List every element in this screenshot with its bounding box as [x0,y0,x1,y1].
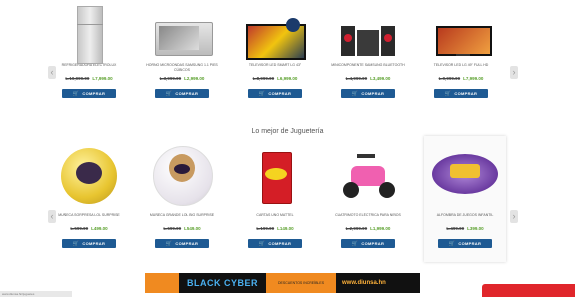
old-price: L.499.00 [446,226,465,231]
buy-button[interactable]: 🛒 COMPRAR [341,239,395,248]
lol-doll-icon[interactable] [141,140,223,210]
old-price: L.10,999.00 [65,76,90,81]
product-card[interactable]: MINICOMPONENTE SAMSUNG BLUETOOTH L.4,999… [327,0,409,100]
sale-price: L549.00 [184,226,201,231]
buy-label: COMPRAR [268,91,292,96]
product-name[interactable]: HORNO MICROONDAS SAMSUNG 1.1 PIES CÚBICO… [141,63,223,73]
carousel-next-arrow-icon[interactable]: › [510,66,518,79]
product-card[interactable]: MUÑECA GRANDE LOL BIG SURPRISE L.699.00 L… [141,140,223,250]
cart-icon: 🛒 [258,241,266,247]
product-name[interactable]: CUATRIMOTO ELÉCTRICA PARA NIÑOS [327,213,409,223]
lol-ball-icon[interactable] [48,140,130,210]
banner-middle-text: DESCUENTOS INCREÍBLES [266,273,337,293]
sale-price: L399.00 [467,226,484,231]
play-mat-icon[interactable] [424,140,506,210]
television-icon[interactable] [234,0,316,60]
product-card[interactable]: TELEVISOR LED LG 49" FULL HD L.9,999.00 L… [420,0,502,100]
buy-button[interactable]: 🛒 COMPRAR [341,89,395,98]
chat-widget-bar[interactable] [482,284,575,297]
sale-price: L7,999.00 [463,76,484,81]
product-name[interactable]: MUÑECA SORPRESA LOL SURPRISE [48,213,130,223]
cart-icon: 🛒 [165,91,173,97]
product-name[interactable]: TELEVISOR LED SMART LG 43" [234,63,316,73]
buy-label: COMPRAR [175,91,199,96]
old-price: L.2,999.00 [345,226,368,231]
cart-icon: 🛒 [444,91,452,97]
buy-label: COMPRAR [361,91,385,96]
buy-button[interactable]: 🛒 COMPRAR [248,89,302,98]
buy-button[interactable]: 🛒 COMPRAR [155,239,209,248]
product-name[interactable]: MINICOMPONENTE SAMSUNG BLUETOOTH [327,63,409,73]
microwave-icon[interactable] [141,0,223,60]
ride-on-atv-icon[interactable] [327,140,409,210]
banner-headline: BLACK CYBER [187,278,259,288]
stereo-icon[interactable] [327,0,409,60]
old-price: L.4,999.00 [345,76,368,81]
cart-icon: 🛒 [72,91,80,97]
product-card[interactable]: HORNO MICROONDAS SAMSUNG 1.1 PIES CÚBICO… [141,0,223,100]
buy-button[interactable]: 🛒 COMPRAR [62,239,116,248]
product-card[interactable]: REFRIGERADORA ELECTROLUX L.10,999.00 L7,9… [48,0,130,100]
buy-label: COMPRAR [175,241,199,246]
buy-label: COMPRAR [454,91,478,96]
buy-button[interactable]: 🛒 COMPRAR [248,239,302,248]
cart-icon: 🛒 [72,241,80,247]
old-price: L.9,999.00 [438,76,461,81]
old-price: L.199.00 [256,226,275,231]
buy-label: COMPRAR [458,241,482,246]
buy-button[interactable]: 🛒 COMPRAR [434,89,488,98]
product-name[interactable]: ALFOMBRA DE JUEGOS INFANTIL [424,213,506,223]
refrigerator-icon[interactable] [48,0,130,64]
product-card[interactable]: CARTAS UNO MATTEL L.199.00 L149.00 🛒 COMPR… [234,140,316,250]
product-name[interactable]: MUÑECA GRANDE LOL BIG SURPRISE [141,213,223,223]
sale-price: L3,499.00 [370,76,391,81]
product-card[interactable]: TELEVISOR LED SMART LG 43" L.8,999.00 L6,… [234,0,316,100]
cart-icon: 🛒 [351,241,359,247]
toys-carousel: ‹ › MUÑECA SORPRESA LOL SURPRISE L.599.0… [0,136,575,268]
product-name[interactable]: TELEVISOR LED LG 49" FULL HD [420,63,502,73]
old-price: L.599.00 [70,226,89,231]
sale-price: L7,999.00 [92,76,113,81]
cart-icon: 🛒 [351,91,359,97]
buy-label: COMPRAR [268,241,292,246]
product-card[interactable]: MUÑECA SORPRESA LOL SURPRISE L.599.00 L49… [48,140,130,250]
old-price: L.8,999.00 [252,76,275,81]
buy-button[interactable]: 🛒 COMPRAR [62,89,116,98]
product-card[interactable]: ALFOMBRA DE JUEGOS INFANTIL L.499.00 L399… [424,136,506,262]
buy-label: COMPRAR [82,91,106,96]
product-name[interactable]: REFRIGERADORA ELECTROLUX [48,63,130,73]
cart-icon: 🛒 [165,241,173,247]
sale-price: L1,999.00 [370,226,391,231]
buy-label: COMPRAR [361,241,385,246]
product-card[interactable]: CUATRIMOTO ELÉCTRICA PARA NIÑOS L.2,999.… [327,140,409,250]
promo-banner[interactable]: BLACK CYBER DESCUENTOS INCREÍBLES www.di… [145,273,420,293]
section-title: Lo mejor de Juguetería [251,128,324,135]
banner-accent [145,273,179,293]
footer-tab: www.diunsa.hn/juguetes [0,291,72,297]
banner-url: www.diunsa.hn [342,280,386,286]
appliances-carousel: ‹ › REFRIGERADORA ELECTROLUX L.10,999.00… [0,0,575,128]
sale-price: L499.00 [91,226,108,231]
uno-cards-icon[interactable] [234,140,316,210]
sale-price: L149.00 [277,226,294,231]
old-price: L.699.00 [163,226,182,231]
sale-price: L6,999.00 [277,76,298,81]
carousel-next-arrow-icon[interactable]: › [510,210,518,223]
sale-price: L2,999.00 [184,76,205,81]
flat-tv-icon[interactable] [420,0,502,60]
buy-button[interactable]: 🛒 COMPRAR [155,89,209,98]
buy-label: COMPRAR [82,241,106,246]
buy-button[interactable]: 🛒 COMPRAR [438,239,492,248]
old-price: L.3,999.00 [159,76,182,81]
cart-icon: 🛒 [258,91,266,97]
product-name[interactable]: CARTAS UNO MATTEL [234,213,316,223]
cart-icon: 🛒 [448,241,456,247]
